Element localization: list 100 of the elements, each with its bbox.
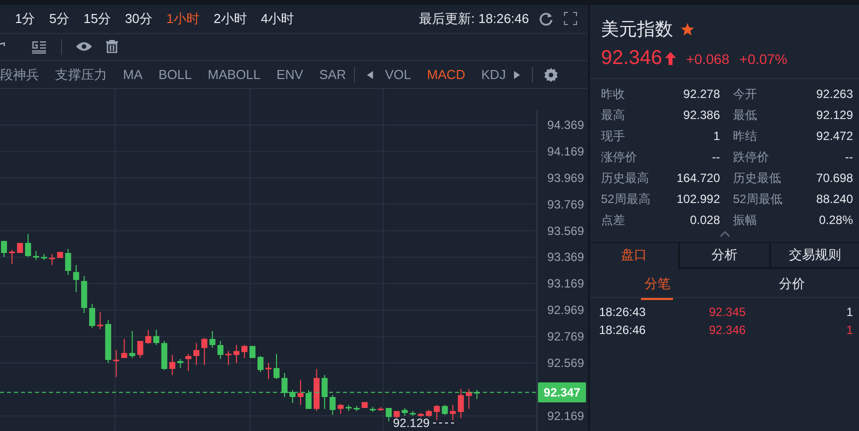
stat-value: 164.720 bbox=[676, 170, 720, 187]
caret-right-icon[interactable] bbox=[514, 70, 520, 79]
indicator-tab[interactable]: MABOLL bbox=[200, 67, 268, 82]
sub-tab[interactable]: 分笔 bbox=[641, 270, 674, 300]
stat-label: 历史最低 bbox=[732, 170, 782, 187]
trade-volume: 1 bbox=[845, 304, 853, 321]
interval-tab[interactable]: 1分 bbox=[8, 10, 42, 28]
candle bbox=[266, 362, 272, 380]
last-update-time: 最后更新: 18:26:46 bbox=[419, 10, 529, 28]
indicator-tab[interactable]: SAR bbox=[311, 67, 354, 82]
candle bbox=[185, 354, 192, 372]
candle bbox=[41, 254, 48, 260]
stat-label: 跌停价 bbox=[732, 149, 770, 166]
trade-volume: 1 bbox=[845, 322, 853, 339]
candle bbox=[362, 402, 368, 408]
interval-tab[interactable]: 4小时 bbox=[254, 10, 302, 28]
candle bbox=[17, 242, 24, 254]
indicator-tab[interactable]: BOLL bbox=[150, 67, 200, 82]
indicator-tab[interactable]: MA bbox=[115, 67, 150, 82]
stat-label: 52周最低 bbox=[732, 191, 784, 208]
y-axis-label: 94.169 bbox=[547, 144, 584, 158]
candle bbox=[314, 368, 320, 412]
stat-value: 92.472 bbox=[815, 128, 853, 145]
candle bbox=[402, 407, 408, 416]
y-axis-label: 93.769 bbox=[547, 197, 584, 212]
sub-tab[interactable]: 分价 bbox=[776, 270, 808, 300]
stat-value: -- bbox=[711, 149, 720, 166]
stat-label: 现手 bbox=[601, 128, 626, 145]
indicator-tab[interactable]: 段神兵 bbox=[0, 66, 47, 84]
fullscreen-icon[interactable] bbox=[564, 12, 577, 26]
candle bbox=[330, 394, 336, 416]
interval-tab[interactable]: 5分 bbox=[42, 10, 76, 28]
candle bbox=[257, 356, 264, 372]
stat-label: 52周最高 bbox=[601, 191, 652, 208]
stat-value: 92.129 bbox=[815, 107, 853, 124]
refresh-icon[interactable] bbox=[539, 12, 553, 26]
candle bbox=[354, 406, 360, 412]
candle bbox=[426, 409, 432, 418]
indicator-tab[interactable]: KDJ bbox=[473, 67, 514, 82]
eye-icon[interactable] bbox=[76, 41, 92, 52]
candle bbox=[209, 330, 216, 348]
candle bbox=[378, 406, 384, 412]
stat-value: 88.240 bbox=[815, 191, 853, 208]
candle bbox=[129, 330, 136, 358]
candle bbox=[161, 340, 168, 371]
candle bbox=[233, 344, 240, 364]
leader-line bbox=[432, 422, 456, 424]
candle bbox=[418, 412, 424, 418]
indicator-tab[interactable]: ENV bbox=[268, 67, 312, 82]
interval-tab[interactable]: 2小时 bbox=[206, 10, 254, 28]
candle bbox=[306, 390, 312, 410]
candle bbox=[434, 404, 440, 421]
candle bbox=[241, 344, 248, 358]
y-axis-label: 93.169 bbox=[547, 276, 584, 291]
candle bbox=[57, 251, 64, 258]
candle bbox=[1, 240, 7, 258]
stat-value: 0.028 bbox=[688, 212, 720, 229]
candle bbox=[81, 276, 88, 314]
trade-price: 92.346 bbox=[709, 322, 747, 339]
candle bbox=[153, 329, 160, 346]
y-axis-label: 92.569 bbox=[547, 356, 584, 370]
candle bbox=[298, 379, 304, 406]
y-axis-label: 92.169 bbox=[547, 408, 584, 423]
candle bbox=[89, 304, 96, 328]
interval-tab[interactable]: 15分 bbox=[76, 10, 118, 28]
candle bbox=[458, 388, 464, 419]
chevron-up-icon[interactable] bbox=[720, 231, 730, 237]
interval-tab[interactable]: 30分 bbox=[118, 10, 160, 28]
candle bbox=[225, 350, 232, 366]
caret-left-icon[interactable] bbox=[366, 70, 373, 79]
candle bbox=[65, 248, 72, 276]
candle bbox=[169, 354, 176, 376]
candle bbox=[442, 404, 448, 416]
stat-label: 最高 bbox=[601, 107, 626, 124]
panel-tab[interactable]: 交易规则 bbox=[768, 243, 859, 269]
trash-icon[interactable] bbox=[106, 40, 118, 54]
candle bbox=[474, 390, 480, 400]
stat-value: 1 bbox=[712, 128, 720, 145]
stat-value: 70.698 bbox=[815, 170, 853, 187]
gear-icon[interactable] bbox=[544, 68, 558, 82]
indicator-tab[interactable]: VOL bbox=[376, 67, 419, 82]
y-axis-label: 93.369 bbox=[547, 250, 584, 264]
stat-label: 昨收 bbox=[601, 86, 626, 103]
indicator-tab[interactable]: MACD bbox=[418, 67, 474, 82]
stat-value: 102.992 bbox=[676, 191, 720, 208]
candle bbox=[73, 264, 80, 292]
last-price-badge: 92.347 bbox=[538, 382, 586, 402]
star-icon[interactable] bbox=[681, 22, 694, 36]
candle bbox=[274, 354, 280, 380]
y-axis-label: 93.569 bbox=[547, 224, 584, 238]
candle bbox=[450, 404, 456, 421]
indicator-tab[interactable]: 支撑压力 bbox=[47, 66, 115, 84]
interval-tab[interactable]: 1小时 bbox=[159, 10, 207, 28]
panel-tab[interactable]: 分析 bbox=[678, 243, 769, 269]
candle bbox=[121, 338, 128, 358]
stat-value: 0.28% bbox=[818, 212, 853, 229]
trade-time: 18:26:46 bbox=[599, 322, 647, 339]
up-arrow-icon bbox=[665, 52, 676, 65]
y-axis-label: 92.969 bbox=[547, 303, 584, 318]
text-lines-icon[interactable] bbox=[31, 40, 47, 54]
